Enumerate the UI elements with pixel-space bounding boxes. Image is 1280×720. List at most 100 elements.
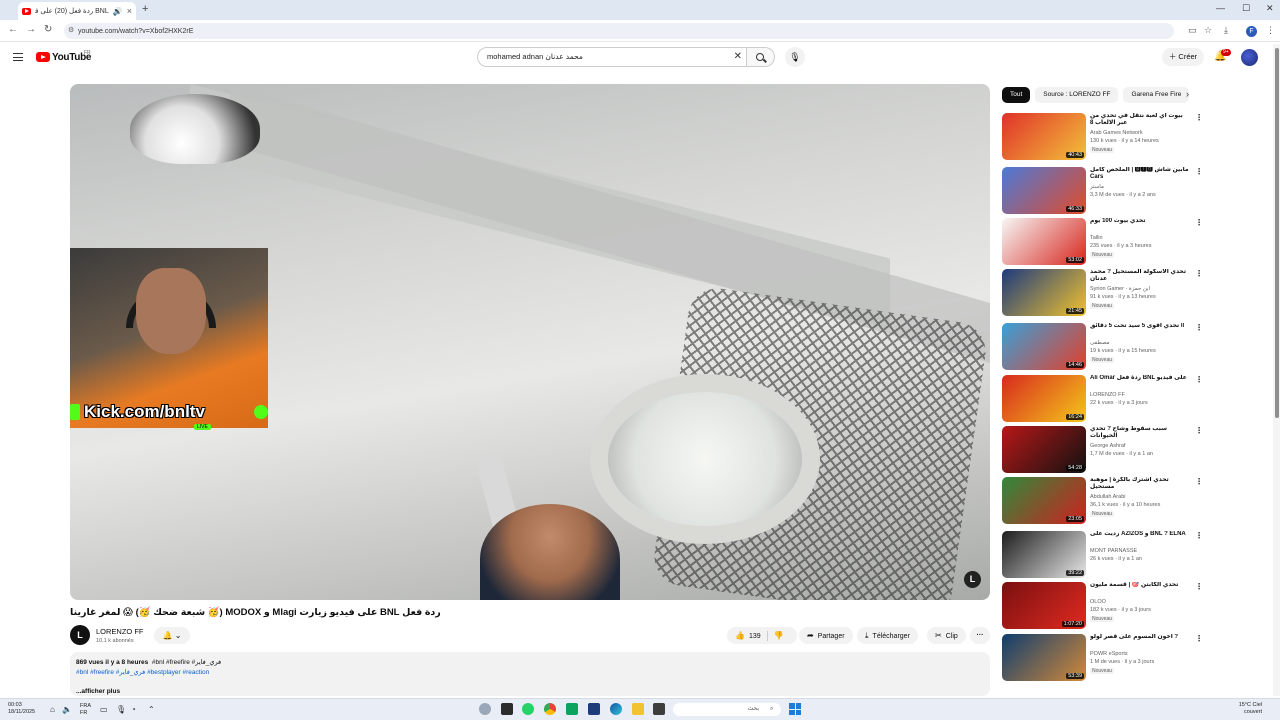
downloads-icon[interactable]: ⤓: [1224, 25, 1228, 36]
taskbar-search[interactable]: بحث ⌕: [673, 703, 781, 716]
input-language[interactable]: FRA FR: [80, 703, 94, 717]
recommendation-channel[interactable]: LORENZO FF: [1090, 392, 1194, 398]
video-description[interactable]: 869 vues il y a 8 heures #bnl #freefire …: [70, 652, 990, 696]
recommendation-title[interactable]: تحدي الأسكولة المستحيل ? محمد عدنان: [1090, 269, 1194, 283]
chevron-right-icon[interactable]: ›: [1186, 89, 1189, 99]
weather-widget[interactable]: 15°C Ciel couvert: [1222, 702, 1262, 716]
taskview-icon[interactable]: [653, 703, 665, 715]
more-options-icon[interactable]: ⋮: [1195, 531, 1203, 540]
store-app-icon[interactable]: [588, 703, 600, 715]
chip-free-fire[interactable]: Garena Free Fire: [1123, 87, 1190, 103]
video-thumbnail[interactable]: 23:05: [1002, 477, 1086, 524]
more-options-icon[interactable]: ⋮: [1195, 269, 1203, 278]
recommendation-channel[interactable]: George Ashraf: [1090, 443, 1194, 449]
taskbar-clock[interactable]: 00:03 18/11/2025: [8, 702, 35, 716]
more-options-icon[interactable]: ⋮: [1195, 477, 1203, 486]
clip-button[interactable]: ✂ Clip: [927, 627, 966, 644]
battery-icon[interactable]: ▭: [100, 706, 108, 714]
recommendation-item[interactable]: 54:28 سبب سقوط وشاح ? تحدي الحيوانات Georg…: [1002, 426, 1203, 476]
page-scrollbar[interactable]: [1273, 44, 1280, 696]
video-thumbnail[interactable]: 53:39: [1002, 634, 1086, 681]
recommendation-item[interactable]: 40:43 بيوت اي لعبة نتقل في تحدي من عبر ال…: [1002, 113, 1203, 163]
recommendation-channel[interactable]: Tallin: [1090, 235, 1194, 241]
show-more-link[interactable]: ...afficher plus: [76, 688, 120, 695]
youtube-logo-icon[interactable]: [36, 52, 50, 62]
recommendation-title[interactable]: الملخص كامل | 🅱🅸🅶 مابين شاش Cars: [1090, 167, 1194, 181]
more-options-icon[interactable]: ⋮: [1195, 582, 1203, 591]
recommendation-title[interactable]: أخون المسوم على قصر لولو ?: [1090, 634, 1194, 641]
channel-name[interactable]: LORENZO FF: [96, 627, 144, 636]
more-options-icon[interactable]: ⋮: [1195, 426, 1203, 435]
more-options-icon[interactable]: ⋮: [1195, 167, 1203, 176]
channel-avatar[interactable]: L: [70, 625, 90, 645]
like-icon[interactable]: 👍: [735, 631, 745, 640]
recommendation-title[interactable]: تحدي الكابتن 🎯 | قسمة مليون: [1090, 582, 1194, 589]
recommendation-item[interactable]: 21:45 تحدي الأسكولة المستحيل ? محمد عدنان…: [1002, 269, 1203, 319]
recommendation-item[interactable]: 53:02 تحدي بيوت 100 يوم Tallin 235 vues · i…: [1002, 218, 1203, 268]
browser-profile-avatar[interactable]: F: [1246, 26, 1257, 37]
recommendation-title[interactable]: بيوت اي لعبة نتقل في تحدي من عبر الالعاب…: [1090, 113, 1194, 127]
more-options-icon[interactable]: ⋮: [1195, 113, 1203, 122]
menu-hamburger-icon[interactable]: [13, 53, 23, 61]
chip-source[interactable]: Source : LORENZO FF: [1035, 87, 1119, 103]
recommendation-item[interactable]: 16:24 Ali Omar ردة فعل BNL على فيديو LOREN…: [1002, 375, 1203, 425]
recommendation-title[interactable]: تحدي بيوت 100 يوم: [1090, 218, 1194, 225]
cast-icon[interactable]: ▭: [1188, 25, 1197, 36]
recommendation-title[interactable]: تحدي اشترك بالكرة | موهبة مستحيل: [1090, 477, 1194, 491]
subscription-bell-button[interactable]: 🔔 ⌄: [154, 627, 190, 644]
file-explorer-icon[interactable]: [632, 703, 644, 715]
video-thumbnail[interactable]: 39:22: [1002, 531, 1086, 578]
recommendation-title[interactable]: Ali Omar ردة فعل BNL على فيديو: [1090, 375, 1194, 382]
dislike-icon[interactable]: 👎: [774, 631, 784, 640]
recommendation-channel[interactable]: POWR eSports: [1090, 651, 1194, 657]
close-window-icon[interactable]: ✕: [1266, 3, 1274, 14]
mic-tray-icon[interactable]: 🎙: [116, 706, 126, 714]
scrollbar-thumb[interactable]: [1275, 48, 1279, 418]
description-hashtags[interactable]: #bnl #freefire #فري_فاير #bestplayer #re…: [76, 668, 984, 676]
tray-overflow-icon[interactable]: ⌃: [148, 706, 155, 714]
download-button[interactable]: ⤓ Télécharger: [857, 627, 918, 644]
recommendation-item[interactable]: 1:07:20 تحدي الكابتن 🎯 | قسمة مليون OLOO 18…: [1002, 582, 1203, 632]
forward-icon[interactable]: →: [26, 24, 36, 35]
channel-watermark[interactable]: L: [964, 571, 981, 588]
recommendation-item[interactable]: 46:33 الملخص كامل | 🅱🅸🅶 مابين شاش Cars ماس…: [1002, 167, 1203, 217]
obs-app-icon[interactable]: [501, 703, 513, 715]
video-thumbnail[interactable]: 14:46: [1002, 323, 1086, 370]
maximize-icon[interactable]: ☐: [1242, 3, 1250, 14]
video-thumbnail[interactable]: 21:45: [1002, 269, 1086, 316]
recommendation-item[interactable]: 23:05 تحدي اشترك بالكرة | موهبة مستحيل Abd…: [1002, 477, 1203, 527]
chrome-icon[interactable]: [544, 703, 556, 715]
more-options-icon[interactable]: ⋮: [1195, 218, 1203, 227]
recommendation-title[interactable]: تحدي اقوى 5 سيد تحت 5 دقائق ll: [1090, 323, 1194, 330]
url-field[interactable]: ⚙ youtube.com/watch?v=Xbof2HXK2rE: [64, 23, 1174, 39]
create-button[interactable]: ＋ Créer: [1162, 48, 1204, 66]
video-player[interactable]: Kick.com/bnltv LIVE L: [70, 84, 990, 600]
recommendation-channel[interactable]: OLOO: [1090, 599, 1194, 605]
settings-gear-icon[interactable]: [479, 703, 491, 715]
more-actions-button[interactable]: ···: [970, 627, 990, 644]
edge-icon[interactable]: [610, 703, 622, 715]
back-icon[interactable]: ←: [8, 24, 18, 35]
recommendation-channel[interactable]: Arab Games Network: [1090, 130, 1194, 136]
search-button[interactable]: [747, 47, 775, 67]
recommendation-channel[interactable]: MONT PARNASSE: [1090, 548, 1194, 554]
video-thumbnail[interactable]: 53:02: [1002, 218, 1086, 265]
recommendation-channel[interactable]: مصطفى: [1090, 340, 1194, 346]
recommendation-item[interactable]: 53:39 أخون المسوم على قصر لولو ? POWR eSpo…: [1002, 634, 1203, 684]
site-info-icon[interactable]: ⚙: [68, 26, 74, 34]
close-tab-icon[interactable]: ×: [127, 6, 132, 16]
search-input[interactable]: mohamed adnan محمد عدنان ✕: [477, 47, 747, 67]
recommendation-title[interactable]: رديت على AZIZOS و BNL ? ELNA: [1090, 531, 1194, 538]
new-tab-button[interactable]: +: [142, 3, 148, 15]
share-button[interactable]: ➦ Partager: [799, 627, 853, 644]
video-thumbnail[interactable]: 16:24: [1002, 375, 1086, 422]
whatsapp-icon[interactable]: [522, 703, 534, 715]
more-options-icon[interactable]: ⋮: [1195, 634, 1203, 643]
like-count[interactable]: 139: [749, 633, 761, 640]
reload-icon[interactable]: ↻: [44, 24, 52, 35]
video-thumbnail[interactable]: 1:07:20: [1002, 582, 1086, 629]
speaker-icon[interactable]: 🔊: [113, 7, 123, 16]
volume-icon[interactable]: 🔈: [62, 706, 72, 714]
bookmark-star-icon[interactable]: ☆: [1204, 25, 1212, 36]
voice-search-mic-icon[interactable]: 🎙: [785, 47, 805, 67]
